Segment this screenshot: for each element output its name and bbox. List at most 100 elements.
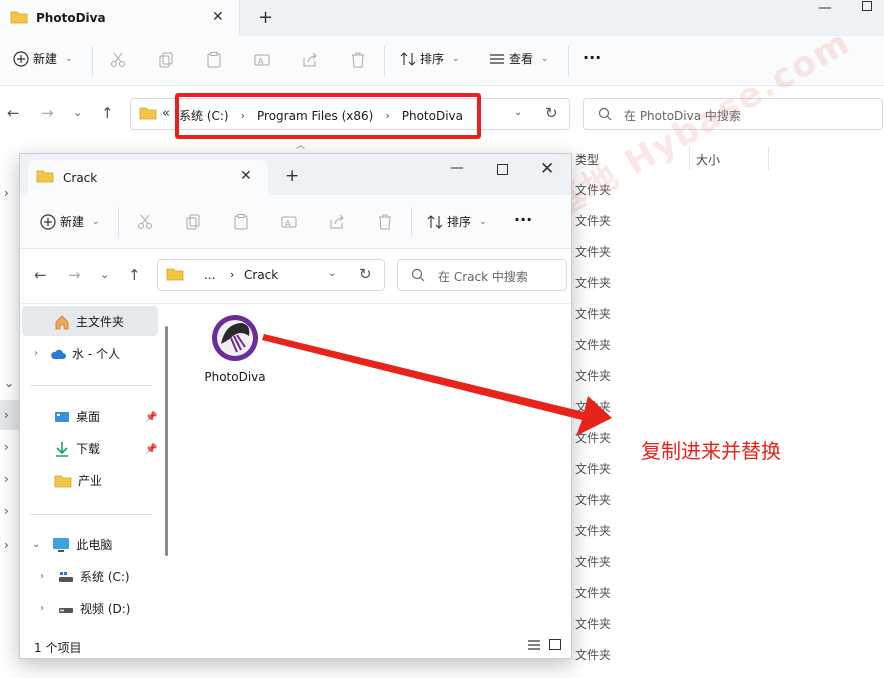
file-item-photodiva[interactable]: PhotoDiva	[200, 314, 270, 384]
refresh-icon[interactable]: ↻	[359, 265, 372, 283]
sort-icon	[400, 51, 416, 67]
tab-bar: Crack ✕ + — ✕	[20, 154, 571, 195]
paste-icon[interactable]	[206, 52, 222, 68]
copy-icon[interactable]	[158, 52, 174, 68]
copy-icon[interactable]	[185, 214, 201, 230]
breadcrumb-overflow[interactable]: ...	[204, 268, 215, 282]
column-size[interactable]: 大小	[696, 151, 720, 168]
new-tab-button[interactable]: +	[258, 7, 273, 28]
chevron-right-icon[interactable]: ›	[4, 538, 9, 552]
back-arrow-icon[interactable]: ←	[7, 104, 20, 122]
sidebar-item-downloads[interactable]: 下载	[54, 440, 100, 457]
divider	[30, 385, 152, 386]
breadcrumb-crack[interactable]: Crack	[244, 268, 278, 282]
chevron-down-icon[interactable]: ⌄	[32, 539, 40, 550]
tab-crack[interactable]: Crack ✕	[28, 160, 268, 195]
close-tab-icon[interactable]: ✕	[240, 168, 252, 184]
column-divider	[768, 146, 769, 170]
address-dropdown-icon[interactable]: ⌄	[328, 268, 336, 279]
pin-icon[interactable]: 📌	[145, 412, 157, 423]
search-box[interactable]: 在 PhotoDiva 中搜索	[583, 98, 883, 130]
new-button[interactable]: 新建 ⌄	[40, 213, 100, 230]
up-arrow-icon[interactable]: ↑	[128, 266, 141, 284]
refresh-icon[interactable]: ↻	[545, 104, 558, 122]
tiles-view-icon[interactable]	[549, 639, 561, 650]
divider	[568, 46, 569, 76]
rename-icon[interactable]: A	[254, 52, 270, 68]
maximize-button[interactable]	[497, 164, 508, 175]
tab-photodiva[interactable]: PhotoDiva ✕	[0, 0, 240, 36]
pin-icon[interactable]: 📌	[145, 444, 157, 455]
delete-icon[interactable]	[350, 52, 366, 68]
chevron-right-icon[interactable]: ›	[4, 408, 9, 422]
rename-icon[interactable]: A	[281, 214, 297, 230]
chevron-down-icon[interactable]: ⌄	[4, 376, 14, 390]
folder-icon	[166, 267, 184, 281]
chevron-down-icon: ⌄	[541, 53, 549, 64]
sidebar-item-label: 产业	[78, 474, 103, 488]
address-bar[interactable]: ... › Crack ⌄ ↻	[157, 259, 385, 291]
overflow-chevron[interactable]: «	[162, 106, 170, 121]
forward-arrow-icon[interactable]: →	[68, 266, 81, 284]
share-icon[interactable]	[302, 52, 318, 68]
address-dropdown-icon[interactable]: ⌄	[514, 107, 522, 118]
view-list-icon	[489, 51, 505, 67]
chevron-right-icon[interactable]: ›	[4, 440, 9, 454]
sort-button[interactable]: 排序 ⌄	[427, 213, 487, 230]
minimize-button[interactable]: —	[818, 0, 832, 16]
cut-icon[interactable]	[137, 214, 153, 230]
divider	[118, 207, 119, 237]
recent-chevron-icon[interactable]: ⌄	[73, 106, 82, 119]
close-window-button[interactable]: ✕	[540, 159, 554, 179]
folder-icon	[139, 106, 157, 120]
drive-icon	[58, 570, 74, 584]
column-divider	[689, 146, 690, 170]
column-type[interactable]: 类型	[575, 151, 599, 168]
tab-title: PhotoDiva	[36, 11, 106, 25]
back-arrow-icon[interactable]: ←	[34, 266, 47, 284]
tab-bar: PhotoDiva ✕ + —	[0, 0, 884, 36]
up-arrow-icon[interactable]: ↑	[101, 104, 114, 122]
search-box[interactable]: 在 Crack 中搜索	[397, 259, 567, 291]
cut-icon[interactable]	[110, 52, 126, 68]
search-placeholder: 在 PhotoDiva 中搜索	[624, 109, 741, 123]
desktop-icon	[54, 410, 70, 424]
view-button[interactable]: 查看 ⌄	[489, 50, 549, 67]
new-tab-button[interactable]: +	[285, 166, 299, 186]
chevron-right-icon[interactable]: ›	[40, 603, 44, 614]
details-view-icon[interactable]	[527, 639, 541, 651]
delete-icon[interactable]	[377, 214, 393, 230]
type-cell: 文件夹	[575, 245, 612, 259]
type-cell: 文件夹	[575, 338, 612, 352]
close-tab-icon[interactable]: ✕	[212, 9, 224, 25]
item-count: 1 个项目	[34, 641, 82, 655]
sidebar-item-onedrive[interactable]: › 水 - 个人	[34, 345, 120, 362]
sidebar-item-industry[interactable]: 产业	[54, 472, 102, 489]
chevron-right-icon[interactable]: ›	[4, 472, 9, 486]
sidebar-item-drive-d[interactable]: › 视频 (D:)	[40, 600, 130, 617]
sidebar-item-home[interactable]: 主文件夹	[54, 313, 124, 330]
more-options-button[interactable]: ···	[514, 210, 532, 229]
chevron-right-icon[interactable]: ›	[4, 504, 9, 518]
sidebar-item-this-pc[interactable]: ⌄ 此电脑	[32, 536, 112, 553]
chevron-right-icon[interactable]: ›	[34, 348, 38, 359]
forward-arrow-icon[interactable]: →	[41, 104, 54, 122]
maximize-button[interactable]	[862, 1, 872, 11]
folder-icon	[36, 169, 54, 183]
sidebar-item-desktop[interactable]: 桌面	[54, 408, 100, 425]
new-button[interactable]: 新建 ⌄	[13, 50, 73, 67]
divider	[30, 514, 152, 515]
more-options-button[interactable]: ···	[583, 48, 601, 67]
sidebar-scrollbar[interactable]	[165, 326, 168, 556]
navigation-pane: 主文件夹 › 水 - 个人 桌面 📌 下载 📌 产业 ⌄ 此电脑 › 系统 (C…	[20, 304, 170, 634]
recent-chevron-icon[interactable]: ⌄	[100, 268, 109, 281]
share-icon[interactable]	[329, 214, 345, 230]
chevron-right-icon[interactable]: ›	[4, 186, 9, 200]
sidebar-item-drive-c[interactable]: › 系统 (C:)	[40, 568, 130, 585]
chevron-right-icon: ›	[230, 268, 235, 281]
paste-icon[interactable]	[233, 214, 249, 230]
chevron-right-icon[interactable]: ›	[40, 571, 44, 582]
sort-button[interactable]: 排序 ⌄	[400, 50, 460, 67]
type-cell: 文件夹	[575, 617, 612, 631]
minimize-button[interactable]: —	[450, 160, 464, 176]
